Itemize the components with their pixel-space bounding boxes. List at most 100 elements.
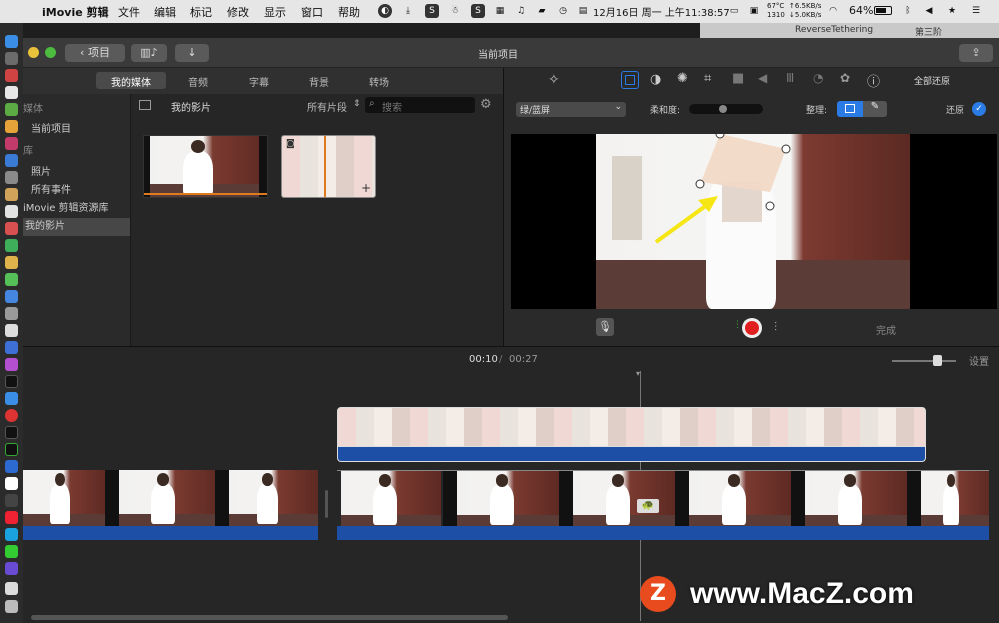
clip-filter-select[interactable]: 所有片段 bbox=[307, 99, 347, 114]
temp-readout[interactable]: 67°C 1310 bbox=[767, 2, 785, 20]
grid-icon[interactable]: ▦ bbox=[493, 4, 507, 18]
app-icon-11[interactable] bbox=[5, 222, 18, 235]
filter-icon[interactable]: ✿ bbox=[840, 71, 850, 85]
app-icon-20[interactable] bbox=[5, 494, 18, 507]
app-menu[interactable]: iMovie 剪辑 bbox=[42, 4, 109, 20]
menu-list-icon[interactable]: ☰ bbox=[969, 4, 983, 18]
record-button[interactable] bbox=[742, 318, 762, 338]
app-icon-5[interactable] bbox=[5, 120, 18, 133]
sidebar-item-current-project[interactable]: 当前项目 bbox=[31, 121, 138, 139]
app-icon-16[interactable] bbox=[5, 307, 18, 320]
clip-drag-handle[interactable] bbox=[325, 490, 328, 518]
minimize-button[interactable] bbox=[28, 47, 39, 58]
app-icon-17[interactable] bbox=[5, 324, 18, 337]
video-preview[interactable] bbox=[511, 134, 997, 309]
cleanup-keep-button[interactable] bbox=[837, 101, 863, 117]
volume-icon[interactable]: ◀ bbox=[922, 4, 936, 18]
reset-all-button[interactable]: 全部还原 bbox=[914, 74, 950, 87]
status-app-icon[interactable]: ◐ bbox=[378, 4, 392, 18]
softness-slider[interactable] bbox=[689, 104, 763, 114]
yandex-icon[interactable] bbox=[5, 477, 18, 490]
battery-percent[interactable]: 64% bbox=[849, 4, 873, 17]
sidebar-item-all-events[interactable]: 所有事件 bbox=[31, 182, 138, 200]
app-icon-3[interactable] bbox=[5, 86, 18, 99]
message-icon[interactable]: ▰ bbox=[535, 4, 549, 18]
podcasts-icon[interactable] bbox=[5, 358, 18, 371]
projects-back-button[interactable]: ‹ 项目 bbox=[65, 44, 125, 62]
pip-overlay[interactable] bbox=[701, 134, 786, 192]
voiceover-settings-icon[interactable]: ⫶ bbox=[774, 320, 777, 335]
calendar-icon[interactable]: ▤ bbox=[576, 4, 590, 18]
sidebar-toggle-icon[interactable] bbox=[139, 100, 151, 110]
apply-checkmark-icon[interactable]: ✓ bbox=[972, 102, 986, 116]
sidebar-item-my-movies[interactable]: 我的影片 bbox=[23, 218, 130, 236]
battery-status-icon[interactable]: ▭ bbox=[727, 4, 741, 18]
music-icon[interactable]: ♫ bbox=[514, 4, 528, 18]
menu-help[interactable]: 帮助 bbox=[338, 4, 360, 20]
app-icon-21[interactable] bbox=[5, 528, 18, 541]
app-icon-12[interactable] bbox=[5, 239, 18, 252]
tab-my-media[interactable]: 我的媒体 bbox=[111, 74, 151, 89]
chip-icon[interactable]: ▣ bbox=[747, 4, 761, 18]
clock[interactable]: 12月16日 周一 上午11:38:57 bbox=[593, 4, 730, 19]
app-icon-18[interactable] bbox=[5, 341, 18, 354]
video-overlay-icon[interactable] bbox=[621, 71, 639, 89]
zoom-slider-knob[interactable] bbox=[933, 355, 943, 366]
menu-view[interactable]: 显示 bbox=[264, 4, 286, 20]
main-clip-2[interactable]: 🐢 bbox=[337, 470, 989, 526]
terminal-icon[interactable] bbox=[5, 426, 18, 439]
bluetooth-icon[interactable]: ᛒ bbox=[901, 4, 915, 18]
wechat-icon[interactable] bbox=[5, 545, 18, 558]
tab-backgrounds[interactable]: 背景 bbox=[309, 74, 329, 89]
color-palette-icon[interactable]: ✺ bbox=[677, 71, 688, 86]
net-readout[interactable]: ↑6.5KB/s ↓5.0KB/s bbox=[789, 2, 821, 20]
volume-icon-viewer[interactable]: ◀ bbox=[758, 71, 767, 85]
star-icon[interactable]: ★ bbox=[945, 4, 959, 18]
app-icon-13[interactable] bbox=[5, 256, 18, 269]
info-icon[interactable]: ⓘ bbox=[867, 71, 880, 90]
overlay-clip[interactable] bbox=[337, 407, 926, 447]
menu-edit[interactable]: 编辑 bbox=[154, 4, 176, 20]
tab-audio[interactable]: 音频 bbox=[188, 74, 208, 89]
main-clip-1[interactable] bbox=[23, 470, 318, 526]
media-library-button[interactable]: ▥♪ bbox=[131, 44, 167, 62]
equalizer-icon[interactable]: Ⅲ bbox=[786, 71, 794, 85]
import-button[interactable]: ↓ bbox=[175, 44, 209, 62]
menu-window[interactable]: 窗口 bbox=[301, 4, 323, 20]
activity-icon[interactable] bbox=[5, 443, 18, 456]
app-icon-8[interactable] bbox=[5, 171, 18, 184]
speed-icon[interactable]: ◔ bbox=[813, 71, 823, 85]
resize-handle[interactable] bbox=[695, 179, 705, 189]
menu-modify[interactable]: 修改 bbox=[227, 4, 249, 20]
download-icon[interactable]: ⤓ bbox=[401, 4, 415, 18]
effect-select[interactable]: 绿/蓝屏 ⌄ bbox=[516, 102, 626, 117]
time-machine-icon[interactable]: ◷ bbox=[556, 4, 570, 18]
cleanup-erase-button[interactable]: ✎ bbox=[863, 101, 887, 117]
tv-icon[interactable] bbox=[5, 375, 18, 388]
s2-app-icon[interactable]: S bbox=[471, 4, 485, 18]
app-icon-19[interactable] bbox=[5, 460, 18, 473]
clip-thumbnail-1[interactable] bbox=[143, 135, 268, 198]
finder-icon[interactable] bbox=[5, 35, 18, 48]
settings-gear-icon[interactable]: ⚙ bbox=[480, 97, 492, 112]
s-app-icon[interactable]: S bbox=[425, 4, 439, 18]
app-icon-1[interactable] bbox=[5, 52, 18, 65]
stabilization-icon[interactable]: ■ bbox=[732, 71, 744, 86]
share-button[interactable]: ⇪ bbox=[959, 44, 993, 62]
app-icon-14[interactable] bbox=[5, 273, 18, 286]
trash-icon[interactable] bbox=[5, 600, 18, 613]
resize-handle[interactable] bbox=[765, 201, 775, 211]
app-store-icon[interactable] bbox=[5, 392, 18, 405]
resize-handle[interactable] bbox=[715, 134, 725, 139]
sidebar-item-library[interactable]: iMovie 剪辑资源库 bbox=[23, 200, 130, 218]
menu-mark[interactable]: 标记 bbox=[190, 4, 212, 20]
zoom-button[interactable] bbox=[45, 47, 56, 58]
menu-file[interactable]: 文件 bbox=[118, 4, 140, 20]
search-input[interactable]: ⌕ 搜索 bbox=[365, 97, 475, 114]
restore-button[interactable]: 还原 bbox=[946, 103, 964, 116]
microphone-icon[interactable]: 🎙 bbox=[596, 318, 614, 336]
app-icon-2[interactable] bbox=[5, 69, 18, 82]
imovie-icon[interactable] bbox=[5, 562, 18, 575]
qq-icon[interactable]: ☃ bbox=[448, 4, 462, 18]
zoom-slider[interactable] bbox=[892, 355, 956, 366]
